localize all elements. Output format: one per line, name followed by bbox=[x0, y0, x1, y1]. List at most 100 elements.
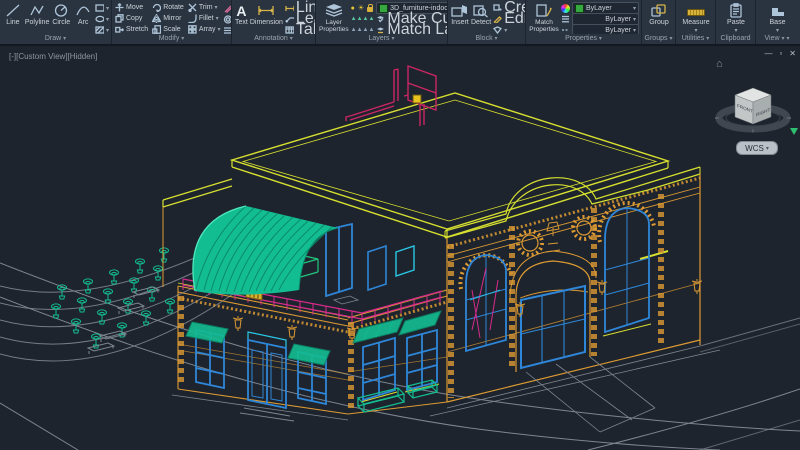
close-icon[interactable]: ✕ bbox=[789, 50, 796, 58]
hatch-tool[interactable]: ▾ bbox=[95, 25, 109, 34]
fillet-tool[interactable]: Fillet▾ bbox=[188, 13, 221, 24]
insert-tool[interactable]: Insert bbox=[451, 2, 469, 27]
trim-icon bbox=[188, 3, 197, 12]
panel-annotation: A Text Dimension Linear▾ Leader▾ Table A… bbox=[232, 0, 316, 44]
paste-icon bbox=[729, 2, 743, 19]
match-properties-label: Match Properties bbox=[529, 19, 559, 33]
layer-freeze-icon[interactable]: ☀ bbox=[358, 4, 364, 12]
dimension-tool[interactable]: Dimension bbox=[250, 2, 283, 27]
table-tool[interactable]: Table bbox=[285, 25, 315, 34]
panel-utilities: Measure ▾ Utilities ▾ bbox=[676, 0, 716, 44]
color-wheel-icon[interactable] bbox=[561, 4, 570, 13]
dimension-icon bbox=[257, 2, 275, 19]
array-tool[interactable]: Array▾ bbox=[188, 24, 221, 34]
layer-properties-label: Layer Properties bbox=[319, 19, 349, 33]
panel-groups: Group Groups ▾ bbox=[642, 0, 676, 44]
linear-icon bbox=[285, 5, 294, 12]
block-panel-label[interactable]: Block ▾ bbox=[448, 34, 525, 44]
wcs-dropdown[interactable]: WCS▾ bbox=[736, 141, 778, 155]
circle-tool[interactable]: Circle bbox=[51, 2, 71, 27]
paste-label: Paste bbox=[727, 19, 745, 27]
restore-icon[interactable]: ▫ bbox=[779, 50, 782, 58]
explode-tool[interactable] bbox=[223, 25, 231, 34]
drawing-area[interactable]: [-][Custom View][Hidden] — ▫ ✕ ⌂ FRONT R… bbox=[0, 0, 800, 450]
edit-block-tool[interactable]: Edit bbox=[493, 14, 525, 24]
ellipse-tool[interactable]: ▾ bbox=[95, 14, 109, 24]
paste-tool[interactable]: Paste ▾ bbox=[721, 2, 751, 34]
annotation-panel-label[interactable]: Annotation ▾ bbox=[232, 34, 315, 44]
erase-tool[interactable] bbox=[223, 3, 231, 13]
offset-icon bbox=[223, 15, 231, 24]
polyline-icon bbox=[29, 2, 45, 19]
text-tool[interactable]: A Text bbox=[235, 2, 248, 27]
window-controls: — ▫ ✕ bbox=[764, 50, 796, 58]
panel-view: Base ▾ View ▾ ▾ bbox=[756, 0, 798, 44]
rectangle-icon bbox=[95, 4, 104, 12]
group-label: Group bbox=[649, 19, 668, 27]
block-attribute-tool[interactable]: ▾ bbox=[493, 25, 525, 34]
array-icon bbox=[188, 25, 197, 34]
copy-tool[interactable]: Copy bbox=[115, 13, 148, 24]
properties-panel-label[interactable]: Properties ▾ bbox=[526, 34, 641, 44]
layer-lock-icon[interactable] bbox=[367, 7, 373, 12]
dimension-label: Dimension bbox=[250, 19, 283, 27]
panel-properties: Match Properties ByLayer ▾ bbox=[526, 0, 642, 44]
viewcube-home-icon[interactable]: ⌂ bbox=[716, 58, 723, 70]
layer-on-icon[interactable]: ● bbox=[351, 5, 355, 12]
trim-tool[interactable]: Trim▾ bbox=[188, 2, 221, 13]
base-tool[interactable]: Base ▾ bbox=[763, 2, 793, 34]
polyline-tool[interactable]: Polyline bbox=[25, 2, 50, 27]
make-current-icon bbox=[376, 15, 385, 23]
scale-tool[interactable]: Scale bbox=[152, 24, 184, 34]
match-layer-tool[interactable]: ▲▲▲▲ Match Layer bbox=[351, 25, 447, 34]
utilities-panel-label[interactable]: Utilities ▾ bbox=[676, 34, 715, 44]
mirror-tool[interactable]: Mirror bbox=[152, 13, 184, 24]
match-properties-tool[interactable]: Match Properties bbox=[529, 2, 559, 33]
scale-icon bbox=[152, 25, 161, 34]
explode-icon bbox=[223, 26, 231, 35]
panel-modify: Move Rotate Trim▾ Copy Mirror Fillet▾ St… bbox=[112, 0, 232, 44]
move-tool[interactable]: Move bbox=[115, 2, 148, 13]
linetype-dropdown[interactable]: ByLayer ▾ bbox=[572, 24, 639, 34]
layers-panel-label[interactable]: Layers ▾ bbox=[316, 34, 447, 44]
fillet-icon bbox=[188, 14, 197, 23]
minimize-icon[interactable]: — bbox=[764, 50, 772, 58]
detect-icon bbox=[473, 2, 489, 19]
ribbon: Line Polyline Circle Arc ▾ ▾ ▾ bbox=[0, 0, 800, 46]
autocad-window: [-][Custom View][Hidden] — ▫ ✕ ⌂ FRONT R… bbox=[0, 0, 800, 450]
table-icon bbox=[285, 26, 294, 34]
measure-icon bbox=[687, 2, 705, 19]
linetype-row: ByLayer ▾ bbox=[561, 25, 639, 34]
draw-panel-label[interactable]: Draw ▾ bbox=[0, 34, 111, 44]
lineweight-icon bbox=[561, 15, 570, 23]
line-tool[interactable]: Line bbox=[3, 2, 23, 27]
measure-label: Measure bbox=[682, 19, 709, 27]
offset-tool[interactable] bbox=[223, 14, 231, 24]
view-panel-label[interactable]: View ▾ ▾ bbox=[756, 34, 798, 44]
group-tool[interactable]: Group bbox=[645, 2, 673, 27]
measure-tool[interactable]: Measure ▾ bbox=[679, 2, 713, 34]
viewcube-cube[interactable]: FRONT RIGHT bbox=[735, 88, 771, 124]
arc-tool[interactable]: Arc bbox=[73, 2, 93, 27]
modify-panel-label[interactable]: Modify ▾ bbox=[112, 34, 231, 44]
layer-properties-tool[interactable]: Layer Properties bbox=[319, 2, 349, 33]
stretch-tool[interactable]: Stretch bbox=[115, 24, 148, 34]
insert-icon bbox=[451, 2, 469, 19]
rotate-tool[interactable]: Rotate bbox=[152, 2, 184, 13]
leader-icon bbox=[285, 16, 294, 23]
viewcube[interactable]: FRONT RIGHT bbox=[0, 0, 800, 450]
chevron-down-icon: ▾ bbox=[766, 145, 769, 152]
clipboard-panel-label[interactable]: Clipboard bbox=[716, 34, 755, 44]
viewcube-menu-arrow-icon[interactable] bbox=[790, 128, 798, 135]
layer-chip-icons-2: ▲▲▲▲ bbox=[351, 27, 375, 33]
detect-tool[interactable]: Detect bbox=[471, 2, 491, 27]
linetype-icon bbox=[561, 26, 570, 34]
match-properties-icon bbox=[535, 2, 553, 19]
group-icon bbox=[651, 2, 667, 19]
groups-panel-label[interactable]: Groups ▾ bbox=[642, 34, 675, 44]
edit-icon bbox=[493, 15, 502, 23]
attribute-icon bbox=[493, 26, 502, 34]
stretch-icon bbox=[115, 25, 124, 34]
rectangle-tool[interactable]: ▾ bbox=[95, 3, 109, 13]
base-icon bbox=[770, 2, 786, 19]
